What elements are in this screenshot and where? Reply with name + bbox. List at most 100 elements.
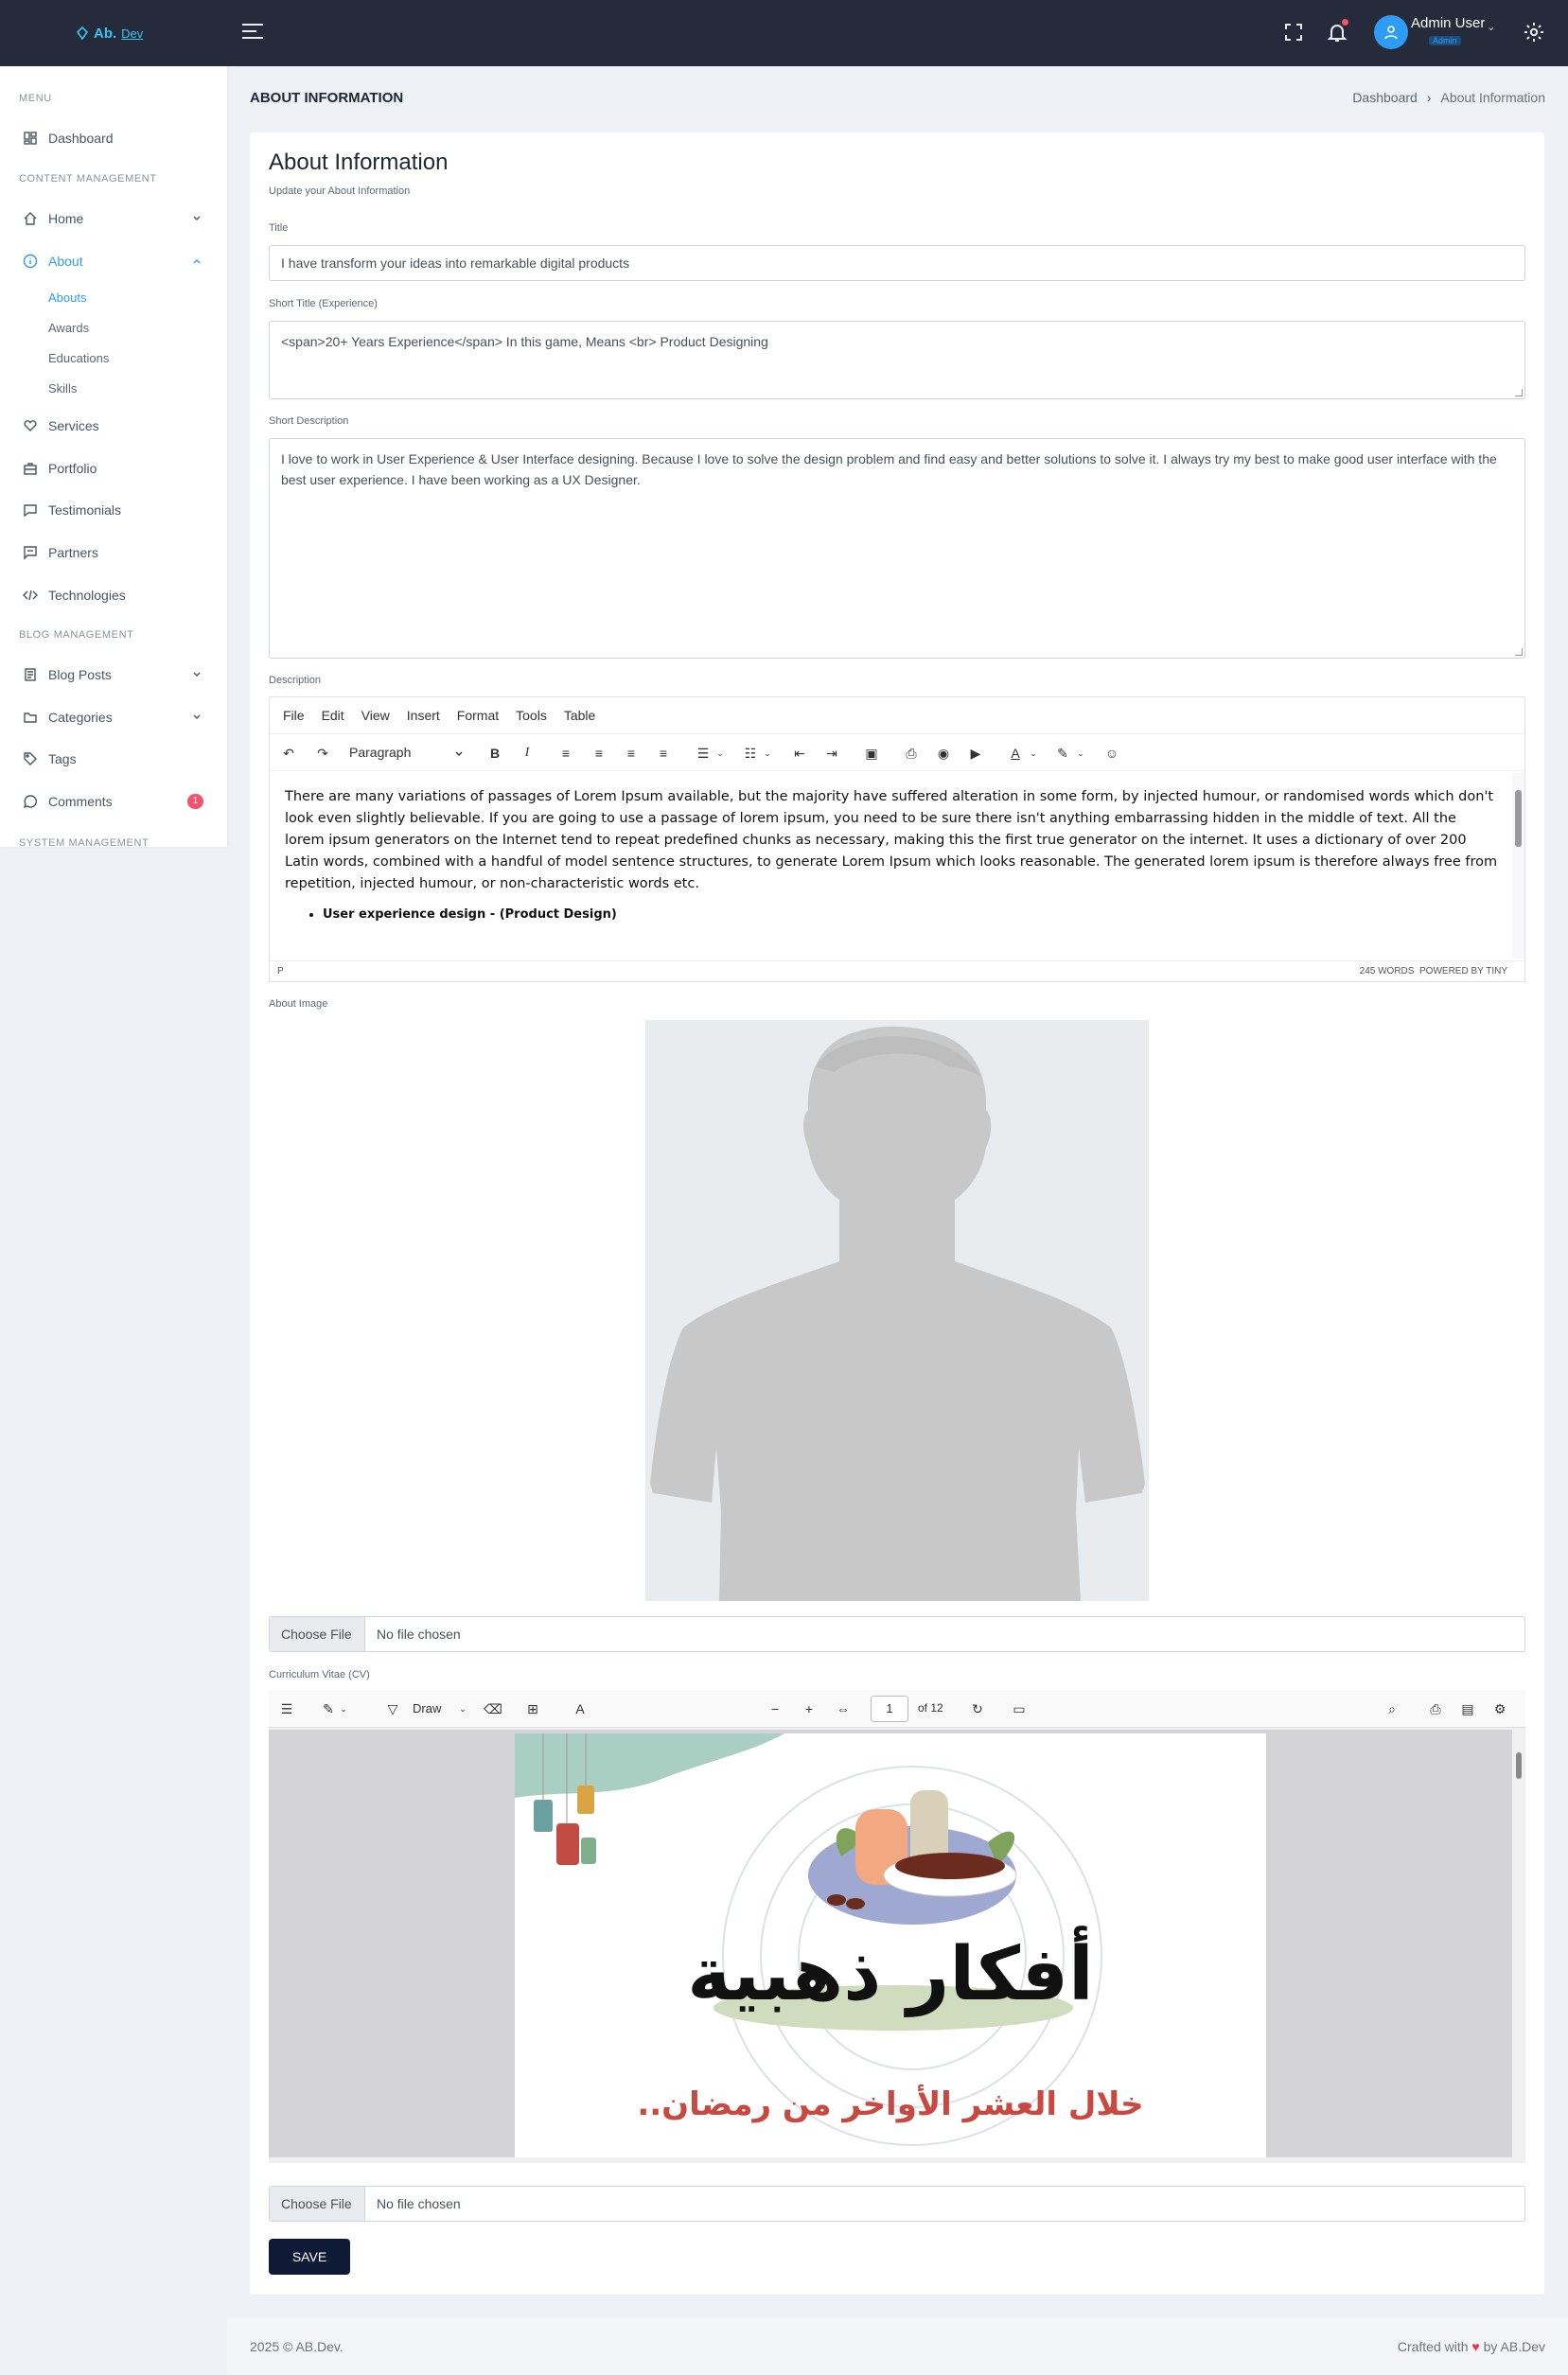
logo[interactable]: Ab. Dev	[76, 23, 143, 44]
eraser-icon[interactable]: ⌫	[484, 1700, 502, 1717]
save-icon[interactable]: ▤	[1459, 1700, 1476, 1717]
sidebar-item-comments[interactable]: Comments 1	[0, 788, 227, 815]
gear-icon[interactable]: ⚙	[1491, 1700, 1508, 1717]
editor-menu-view[interactable]: View	[361, 708, 390, 723]
pdf-arabic-subtitle: خلال العشر الأواخر من رمضان..	[637, 2085, 1144, 2123]
align-left-icon[interactable]: ≡	[556, 744, 575, 763]
chevron-up-icon	[193, 259, 201, 264]
chevron-down-icon	[455, 751, 463, 756]
sidebar-item-about[interactable]: About	[0, 248, 227, 274]
chevron-down-icon[interactable]: ⌄	[335, 1700, 352, 1717]
editor-content[interactable]: There are many variations of passages of…	[270, 773, 1514, 959]
chevron-down-icon[interactable]: ⌄	[1024, 744, 1043, 763]
media-icon[interactable]: ▶	[966, 744, 985, 763]
resize-handle[interactable]	[1515, 648, 1523, 656]
chevron-down-icon[interactable]: ⌄	[454, 1700, 471, 1717]
editor-menu-format[interactable]: Format	[457, 708, 499, 723]
gear-icon[interactable]	[1523, 21, 1545, 44]
breadcrumb-home-link[interactable]: Dashboard	[1352, 90, 1418, 105]
choose-file-button[interactable]: Choose File	[270, 2187, 365, 2221]
print-icon[interactable]: ⎙	[1427, 1700, 1444, 1717]
align-right-icon[interactable]: ≡	[622, 744, 641, 763]
resize-handle[interactable]	[1515, 389, 1523, 396]
editor-bullet-item: User experience design - (Product Design…	[323, 905, 1499, 925]
preview-eye-icon[interactable]: ◉	[934, 744, 953, 763]
sidebar-subitem-educations[interactable]: Educations	[48, 351, 109, 365]
sidebar-toggle-icon[interactable]: ☰	[278, 1700, 295, 1717]
sidebar-item-label: About	[48, 254, 83, 269]
sidebar-item-home[interactable]: Home	[0, 205, 227, 232]
read-aloud-icon[interactable]: A	[572, 1700, 589, 1717]
draw-label[interactable]: Draw	[413, 1701, 441, 1715]
pdf-scroll-thumb[interactable]	[1516, 1752, 1522, 1779]
numbered-list-icon[interactable]: ☷	[741, 744, 760, 763]
zoom-out-icon[interactable]: −	[766, 1700, 784, 1717]
sidebar-item-tags[interactable]: Tags	[0, 746, 227, 772]
page-view-icon[interactable]: ▭	[1011, 1700, 1028, 1717]
text-box-icon[interactable]: ⊞	[524, 1700, 541, 1717]
about-image-file-input[interactable]: Choose File No file chosen	[269, 1616, 1525, 1652]
pdf-scrollbar[interactable]	[1512, 1730, 1525, 2157]
page-number-input[interactable]: 1	[871, 1696, 908, 1722]
editor-statusbar: P 245 WORDS POWERED BY TINY	[270, 960, 1524, 981]
editor-scroll-thumb[interactable]	[1515, 790, 1522, 847]
align-justify-icon[interactable]: ≡	[654, 744, 673, 763]
user-name[interactable]: Admin User	[1411, 15, 1485, 31]
choose-file-button[interactable]: Choose File	[270, 1617, 365, 1651]
print-icon[interactable]: ⎙	[902, 744, 921, 763]
italic-icon[interactable]: I	[518, 744, 537, 763]
pdf-toolbar: ☰ ✎ ⌄ ▽ Draw ⌄ ⌫ ⊞ A − + ⇔ 1 of 12 ↻ ▭ ⌕…	[269, 1690, 1525, 1728]
sidebar-subitem-skills[interactable]: Skills	[48, 381, 77, 396]
emoji-icon[interactable]: ☺	[1102, 744, 1121, 763]
block-format-select[interactable]: Paragraph	[347, 742, 466, 765]
indent-icon[interactable]: ⇥	[822, 744, 841, 763]
editor-menu-insert[interactable]: Insert	[407, 708, 440, 723]
save-button[interactable]: SAVE	[269, 2239, 350, 2275]
top-bar: Ab. Dev Admin User Admin ⌄	[0, 0, 1568, 66]
text-color-icon[interactable]: A	[1006, 744, 1025, 763]
undo-icon[interactable]: ↶	[279, 744, 298, 763]
editor-menu-file[interactable]: File	[283, 708, 305, 723]
sidebar-item-label: Comments	[48, 794, 113, 809]
pdf-viewport[interactable]: أفكار ذهبية خلال العشر الأواخر من رمضان.…	[269, 1730, 1512, 2157]
align-center-icon[interactable]: ≡	[590, 744, 608, 763]
chevron-down-icon[interactable]: ⌄	[758, 744, 777, 763]
chevron-down-icon[interactable]: ⌄	[1487, 21, 1495, 33]
sidebar-item-dashboard[interactable]: Dashboard	[0, 125, 227, 151]
editor-menu-edit[interactable]: Edit	[322, 708, 344, 723]
search-icon[interactable]: ⌕	[1383, 1700, 1401, 1717]
redo-icon[interactable]: ↷	[313, 744, 332, 763]
sidebar-item-partners[interactable]: Partners	[0, 539, 227, 566]
sidebar-subitem-awards[interactable]: Awards	[48, 321, 89, 335]
chevron-down-icon[interactable]: ⌄	[711, 744, 730, 763]
sidebar-item-technologies[interactable]: Technologies	[0, 582, 227, 608]
highlight-icon[interactable]: ✎	[1053, 744, 1072, 763]
chevron-down-icon	[193, 216, 201, 220]
outdent-icon[interactable]: ⇤	[790, 744, 809, 763]
title-input[interactable]: I have transform your ideas into remarka…	[269, 245, 1525, 281]
draw-icon[interactable]: ▽	[384, 1700, 401, 1717]
chevron-down-icon[interactable]: ⌄	[1071, 744, 1090, 763]
menu-toggle-icon[interactable]	[242, 24, 263, 43]
short-description-textarea[interactable]: I love to work in User Experience & User…	[269, 438, 1525, 659]
editor-menu-tools[interactable]: Tools	[516, 708, 547, 723]
sidebar-item-blog-posts[interactable]: Blog Posts	[0, 661, 227, 688]
sidebar-item-label: Tags	[48, 751, 77, 766]
editor-menu-table[interactable]: Table	[564, 708, 595, 723]
sidebar-item-categories[interactable]: Categories	[0, 704, 227, 730]
fit-width-icon[interactable]: ⇔	[835, 1700, 852, 1717]
short-title-textarea[interactable]: <span>20+ Years Experience</span> In thi…	[269, 321, 1525, 399]
sidebar-item-testimonials[interactable]: Testimonials	[0, 497, 227, 523]
image-icon[interactable]: ▣	[862, 744, 881, 763]
bullet-list-icon[interactable]: ☰	[694, 744, 713, 763]
sidebar-subitem-abouts[interactable]: Abouts	[48, 290, 86, 305]
sidebar-item-portfolio[interactable]: Portfolio	[0, 455, 227, 482]
avatar[interactable]	[1374, 15, 1408, 49]
cv-file-input[interactable]: Choose File No file chosen	[269, 2186, 1525, 2222]
zoom-in-icon[interactable]: +	[801, 1700, 818, 1717]
fullscreen-icon[interactable]	[1282, 21, 1305, 44]
sidebar-item-services[interactable]: Services	[0, 413, 227, 439]
short-description-label: Short Description	[269, 415, 349, 427]
rotate-icon[interactable]: ↻	[969, 1700, 986, 1717]
bold-icon[interactable]: B	[485, 744, 504, 763]
